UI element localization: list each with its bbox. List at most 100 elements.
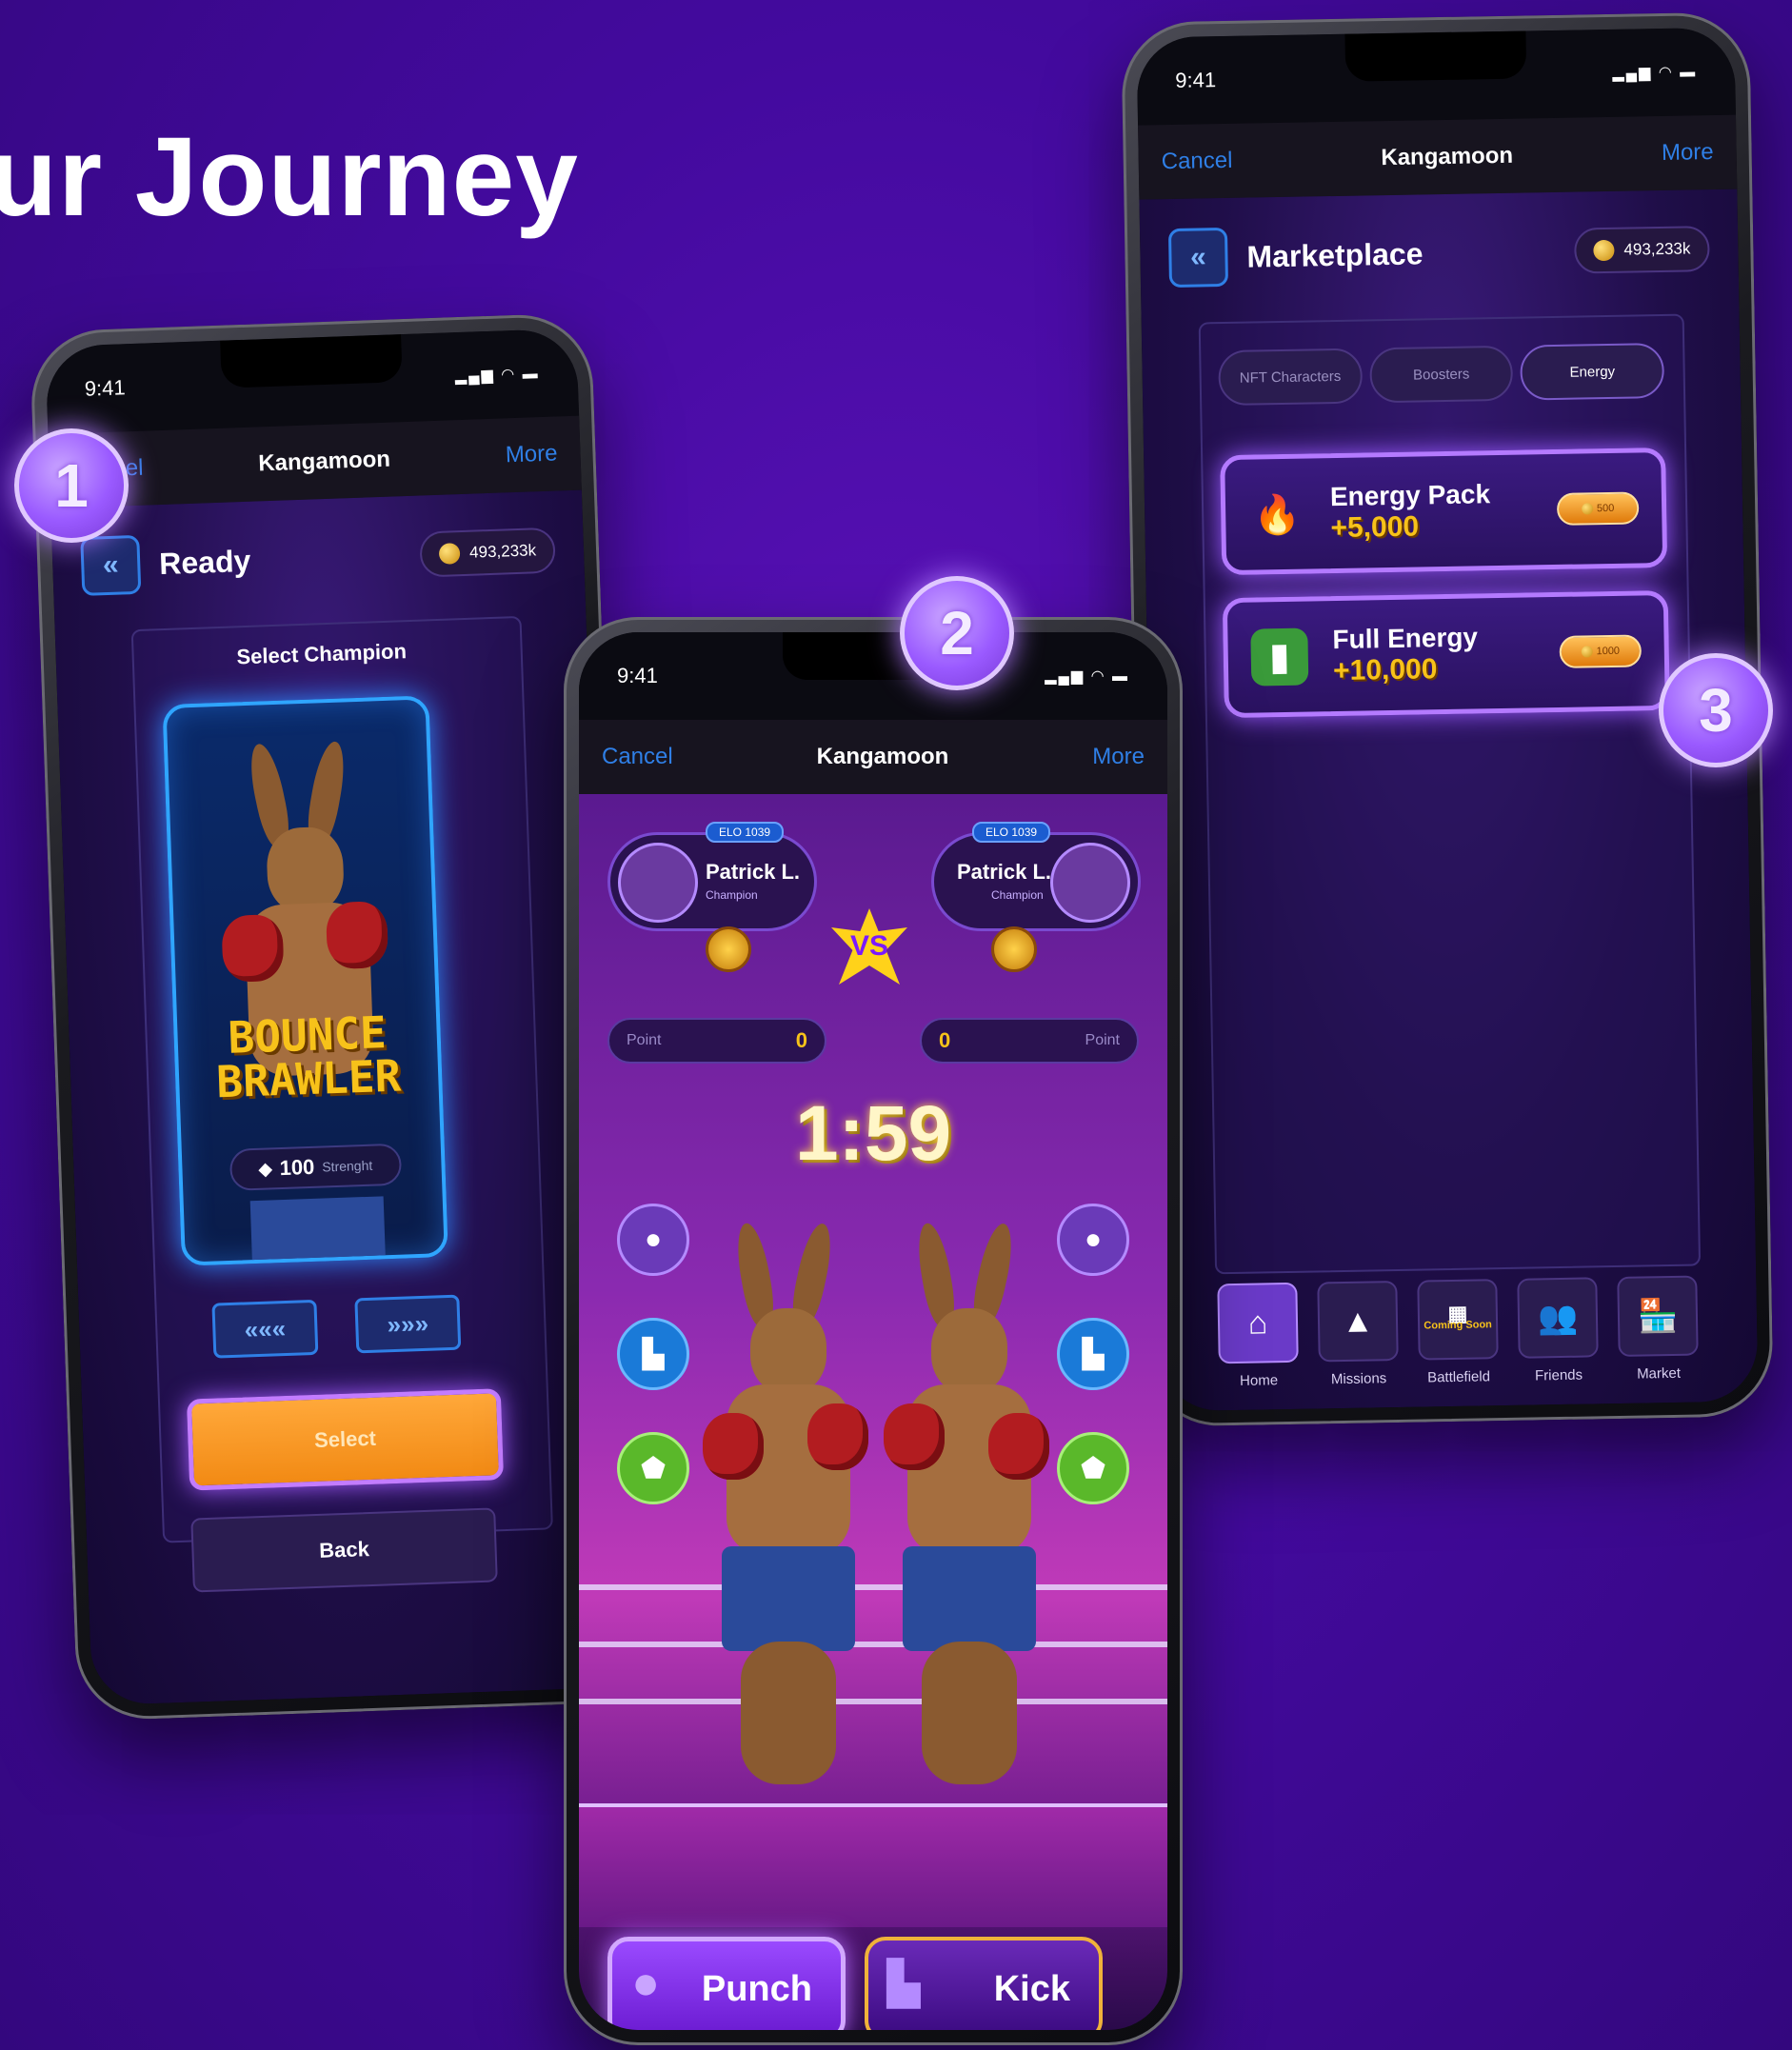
prev-champion-button[interactable]: ««« [211, 1299, 319, 1359]
point-value: 0 [939, 1028, 951, 1052]
strength-icon: ◆ [258, 1158, 272, 1179]
coin-icon [1593, 239, 1615, 262]
kangaroo-fighter-right [884, 1221, 1049, 1794]
offer-amount: +10,000 [1332, 653, 1438, 687]
back-chevron-button[interactable]: « [80, 534, 142, 596]
next-champion-button[interactable]: »»» [354, 1294, 462, 1354]
status-time: 9:41 [617, 664, 658, 687]
notch [220, 334, 403, 388]
select-button[interactable]: Select [186, 1388, 505, 1491]
signal-wifi-battery-icon: ▂▄▆ ◠ ▬ [454, 366, 540, 386]
app-title: Kangamoon [1381, 142, 1514, 171]
offer-amount: +5,000 [1330, 510, 1420, 545]
kick-button[interactable]: ▙ Kick [865, 1937, 1103, 2030]
boots-boost-icon[interactable]: ▙ [617, 1318, 689, 1390]
screen-header: « Marketplace 493,233k [1167, 218, 1710, 289]
round-timer: 1:59 [794, 1090, 952, 1177]
strength-unit: Strenght [322, 1157, 373, 1175]
nav-home[interactable]: ⌂ Home [1215, 1282, 1301, 1399]
shield-boost-icon[interactable]: ⬟ [1057, 1432, 1129, 1504]
cancel-button[interactable]: Cancel [602, 744, 673, 770]
back-chevron-button[interactable]: « [1167, 227, 1229, 289]
battery-icon: ▮ [1250, 627, 1309, 687]
nav-missions[interactable]: ▲ Missions [1315, 1281, 1401, 1397]
glove-boost-icon[interactable]: ● [617, 1204, 689, 1276]
boots-boost-icon[interactable]: ▙ [1057, 1318, 1129, 1390]
ring-rope [579, 1699, 1167, 1704]
offer-energy-pack[interactable]: 🔥 Energy Pack +5,000 500 [1220, 447, 1668, 576]
point-box-right: 0 Point [920, 1018, 1139, 1064]
coin-balance: 493,233k [419, 527, 556, 578]
offer-name: Energy Pack [1329, 479, 1491, 512]
step-badge-3: 3 [1659, 653, 1773, 767]
more-button[interactable]: More [1662, 139, 1714, 167]
shop-icon: 🏪 [1617, 1275, 1699, 1357]
more-button[interactable]: More [1092, 744, 1145, 770]
nav-label: Battlefield [1426, 1368, 1491, 1386]
point-label: Point [1085, 1032, 1120, 1048]
medal-icon [991, 926, 1037, 972]
telegram-header: Cancel Kangamoon More [579, 720, 1167, 794]
point-label: Point [627, 1032, 662, 1048]
kangaroo-fighter-left [703, 1221, 868, 1794]
point-box-left: Point 0 [607, 1018, 826, 1064]
player-name: Patrick L. [706, 860, 801, 884]
coming-soon-label: Coming Soon [1424, 1319, 1492, 1332]
player-name: Patrick L. [957, 860, 1052, 884]
champion-name-line2: BRAWLER [215, 1049, 403, 1108]
punch-button[interactable]: ● Punch [607, 1937, 846, 2030]
coin-icon [1581, 646, 1593, 658]
nav-market[interactable]: 🏪 Market [1615, 1275, 1701, 1391]
champion-name: BOUNCE BRAWLER [177, 1006, 439, 1108]
price-button[interactable]: 1000 [1559, 634, 1643, 668]
status-time: 9:41 [84, 375, 127, 401]
ring-rope [579, 1642, 1167, 1647]
screen-title: Marketplace [1246, 235, 1424, 274]
screen-title: Ready [158, 543, 251, 581]
nav-battlefield[interactable]: ▦ Coming Soon Battlefield [1415, 1279, 1501, 1395]
price-button[interactable]: 500 [1556, 491, 1640, 526]
offer-name: Full Energy [1332, 622, 1479, 655]
back-button[interactable]: Back [190, 1507, 498, 1593]
app-title: Kangamoon [257, 446, 391, 477]
tab-nft-characters[interactable]: NFT Characters [1218, 348, 1363, 407]
nav-label: Home [1239, 1372, 1279, 1389]
player-card-right: ELO 1039 Patrick L. Champion [931, 822, 1141, 972]
offer-price: 500 [1596, 502, 1615, 515]
more-button[interactable]: More [505, 440, 558, 468]
bottom-nav: ⌂ Home ▲ Missions ▦ Coming Soon Battlefi… [1215, 1275, 1701, 1398]
signal-wifi-battery-icon: ▂▄▆ ◠ ▬ [1612, 64, 1698, 82]
signal-wifi-battery-icon: ▂▄▆ ◠ ▬ [1045, 668, 1129, 685]
coin-icon [438, 543, 461, 565]
friends-icon: 👥 [1517, 1277, 1599, 1359]
nav-label: Market [1636, 1364, 1682, 1383]
strength-badge: ◆ 100 Strenght [229, 1143, 403, 1191]
step-badge-1: 1 [14, 428, 129, 543]
shield-boost-icon[interactable]: ⬟ [617, 1432, 689, 1504]
nav-label: Missions [1330, 1370, 1387, 1388]
player-rank: Champion [991, 888, 1044, 902]
step-badge-2: 2 [900, 576, 1014, 690]
sneaker-icon: ▙ [887, 1960, 920, 2007]
status-time: 9:41 [1175, 68, 1217, 92]
home-icon: ⌂ [1217, 1282, 1299, 1364]
elo-badge: ELO 1039 [706, 822, 785, 843]
tab-boosters[interactable]: Boosters [1368, 345, 1514, 404]
strength-value: 100 [279, 1154, 315, 1181]
nav-friends[interactable]: 👥 Friends [1515, 1277, 1601, 1393]
phone-champion-select: 9:41 ▂▄▆ ◠ ▬ Cancel Kangamoon More « Rea… [29, 312, 640, 1722]
tab-energy[interactable]: Energy [1520, 342, 1665, 401]
glove-boost-icon[interactable]: ● [1057, 1204, 1129, 1276]
notch [1344, 30, 1527, 82]
boxing-glove-icon: ● [631, 1956, 661, 2009]
cancel-button[interactable]: Cancel [1161, 148, 1232, 175]
champion-card[interactable]: BOUNCE BRAWLER ◆ 100 Strenght [162, 695, 448, 1266]
offer-full-energy[interactable]: ▮ Full Energy +10,000 1000 [1222, 589, 1670, 719]
phone-screen: 9:41 ▂▄▆ ◠ ▬ Cancel Kangamoon More « Rea… [45, 328, 624, 1706]
point-value: 0 [795, 1028, 807, 1052]
fire-icon: 🔥 [1252, 493, 1302, 537]
nav-label: Friends [1534, 1366, 1583, 1384]
elo-badge: ELO 1039 [972, 822, 1051, 843]
coin-balance: 493,233k [1574, 226, 1710, 274]
offer-price: 1000 [1596, 645, 1621, 658]
